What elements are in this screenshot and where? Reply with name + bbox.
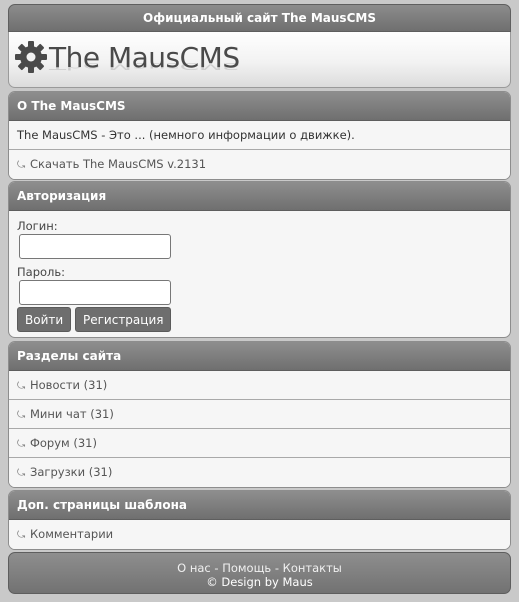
list-item: Форум (31) [30,436,97,450]
arrow-icon: ⤿ [17,160,26,171]
sidebar-item-news[interactable]: ⤿ Новости (31) [9,371,510,400]
auth-block: Авторизация Логин: Пароль: Войти Регистр… [8,181,511,338]
list-item: Новости (31) [30,378,108,392]
copyright: © Design by Maus [206,575,313,589]
footer-separator: - [210,561,223,575]
list-item: Комментарии [30,527,114,541]
auth-buttons: Войти Регистрация [17,307,510,332]
arrow-icon: ⤿ [17,439,26,450]
arrow-icon: ⤿ [17,381,26,392]
site-title: Официальный сайт The MausCMS [143,11,376,25]
login-form: Логин: Пароль: Войти Регистрация [9,211,510,332]
footer-link-about[interactable]: О нас [177,561,211,575]
arrow-icon: ⤿ [17,410,26,421]
about-title: О The MausCMS [9,92,510,121]
download-label: Скачать The MausCMS v.2131 [30,157,207,171]
login-input[interactable] [19,234,171,259]
logo-banner[interactable]: The MausCMS The MausCMS [8,32,511,88]
sidebar-item-comments[interactable]: ⤿ Комментарии [9,520,510,549]
gear-icon [15,41,47,73]
sidebar-item-forum[interactable]: ⤿ Форум (31) [9,429,510,458]
login-label: Логин: [17,219,58,233]
arrow-icon: ⤿ [17,468,26,479]
list-item: Мини чат (31) [30,407,114,421]
footer-link-help[interactable]: Помощь [222,561,271,575]
sections-title: Разделы сайта [9,342,510,371]
footer-links: О нас - Помощь - Контакты [9,561,510,575]
extra-title: Доп. страницы шаблона [9,491,510,520]
about-block: О The MausCMS The MausCMS - Это ... (нем… [8,91,511,180]
register-button[interactable]: Регистрация [75,307,172,332]
logo-reflection: The MausCMS [49,60,240,72]
arrow-icon: ⤿ [17,530,26,541]
password-input[interactable] [19,280,171,305]
list-item: Загрузки (31) [30,465,113,479]
footer-separator: - [271,561,283,575]
about-description: The MausCMS - Это ... (немного информаци… [17,128,355,142]
footer: О нас - Помощь - Контакты © Design by Ma… [8,552,511,594]
footer-link-contacts[interactable]: Контакты [283,561,342,575]
sidebar-item-downloads[interactable]: ⤿ Загрузки (31) [9,458,510,487]
download-link[interactable]: ⤿ Скачать The MausCMS v.2131 [9,150,510,179]
extra-block: Доп. страницы шаблона ⤿ Комментарии [8,490,511,550]
auth-title: Авторизация [9,182,510,211]
password-label: Пароль: [17,265,66,279]
sections-block: Разделы сайта ⤿ Новости (31) ⤿ Мини чат (3… [8,341,511,488]
login-button[interactable]: Войти [17,307,72,332]
site-title-bar: Официальный сайт The MausCMS [8,4,511,32]
sidebar-item-minichat[interactable]: ⤿ Мини чат (31) [9,400,510,429]
about-text: The MausCMS - Это ... (немного информаци… [9,121,510,150]
